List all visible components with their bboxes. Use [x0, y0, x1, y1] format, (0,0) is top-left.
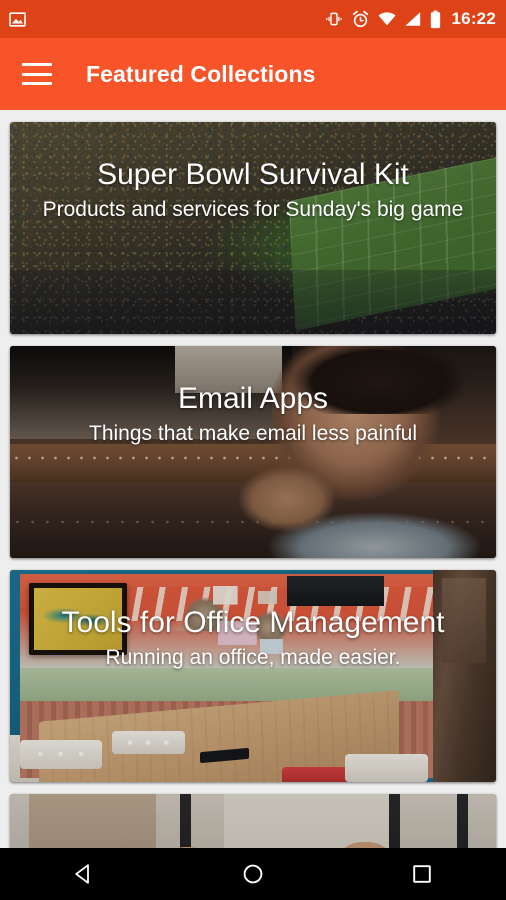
cellular-signal-icon [404, 12, 420, 26]
collection-title: Email Apps [177, 382, 329, 415]
hamburger-menu-icon[interactable] [22, 63, 52, 85]
card-scrim [10, 794, 496, 848]
home-button[interactable] [218, 848, 288, 900]
phone-screen: 16:22 Featured Collections Super Bowl Su… [0, 0, 506, 900]
collection-subtitle: Things that make email less painful [89, 421, 417, 445]
wifi-icon [378, 12, 395, 26]
card-text-block: Email Apps Things that make email less p… [10, 382, 496, 446]
collection-title: Super Bowl Survival Kit [97, 158, 409, 191]
collection-card-partial[interactable] [10, 794, 496, 848]
card-scrim [10, 122, 496, 334]
vibrate-icon [325, 12, 342, 26]
back-button[interactable] [49, 848, 119, 900]
card-scrim [10, 570, 496, 782]
collection-subtitle: Running an office, made easier. [105, 645, 401, 669]
collection-card-super-bowl[interactable]: Super Bowl Survival Kit Products and ser… [10, 122, 496, 334]
alarm-icon [352, 10, 368, 27]
collections-list[interactable]: Super Bowl Survival Kit Products and ser… [0, 110, 506, 848]
battery-icon [430, 10, 440, 28]
collection-title: Tools for Office Management [61, 606, 445, 639]
photo-icon [9, 11, 26, 27]
status-bar-left-icons [8, 10, 27, 29]
status-bar: 16:22 [0, 0, 506, 38]
status-bar-right-icons: 16:22 [324, 9, 496, 29]
status-bar-clock: 16:22 [451, 9, 496, 28]
home-circle-icon [243, 864, 263, 884]
recents-button[interactable] [387, 848, 457, 900]
collection-subtitle: Products and services for Sunday's big g… [42, 197, 464, 221]
card-text-block: Super Bowl Survival Kit Products and ser… [10, 158, 496, 222]
recents-square-icon [412, 865, 431, 883]
collection-card-email-apps[interactable]: Email Apps Things that make email less p… [10, 346, 496, 558]
card-text-block: Tools for Office Management Running an o… [10, 606, 496, 670]
page-title: Featured Collections [86, 60, 316, 87]
app-bar: Featured Collections [0, 38, 506, 110]
card-scrim [10, 346, 496, 558]
back-triangle-icon [75, 864, 90, 884]
system-navigation-bar [0, 848, 506, 900]
collection-card-office-management[interactable]: Tools for Office Management Running an o… [10, 570, 496, 782]
